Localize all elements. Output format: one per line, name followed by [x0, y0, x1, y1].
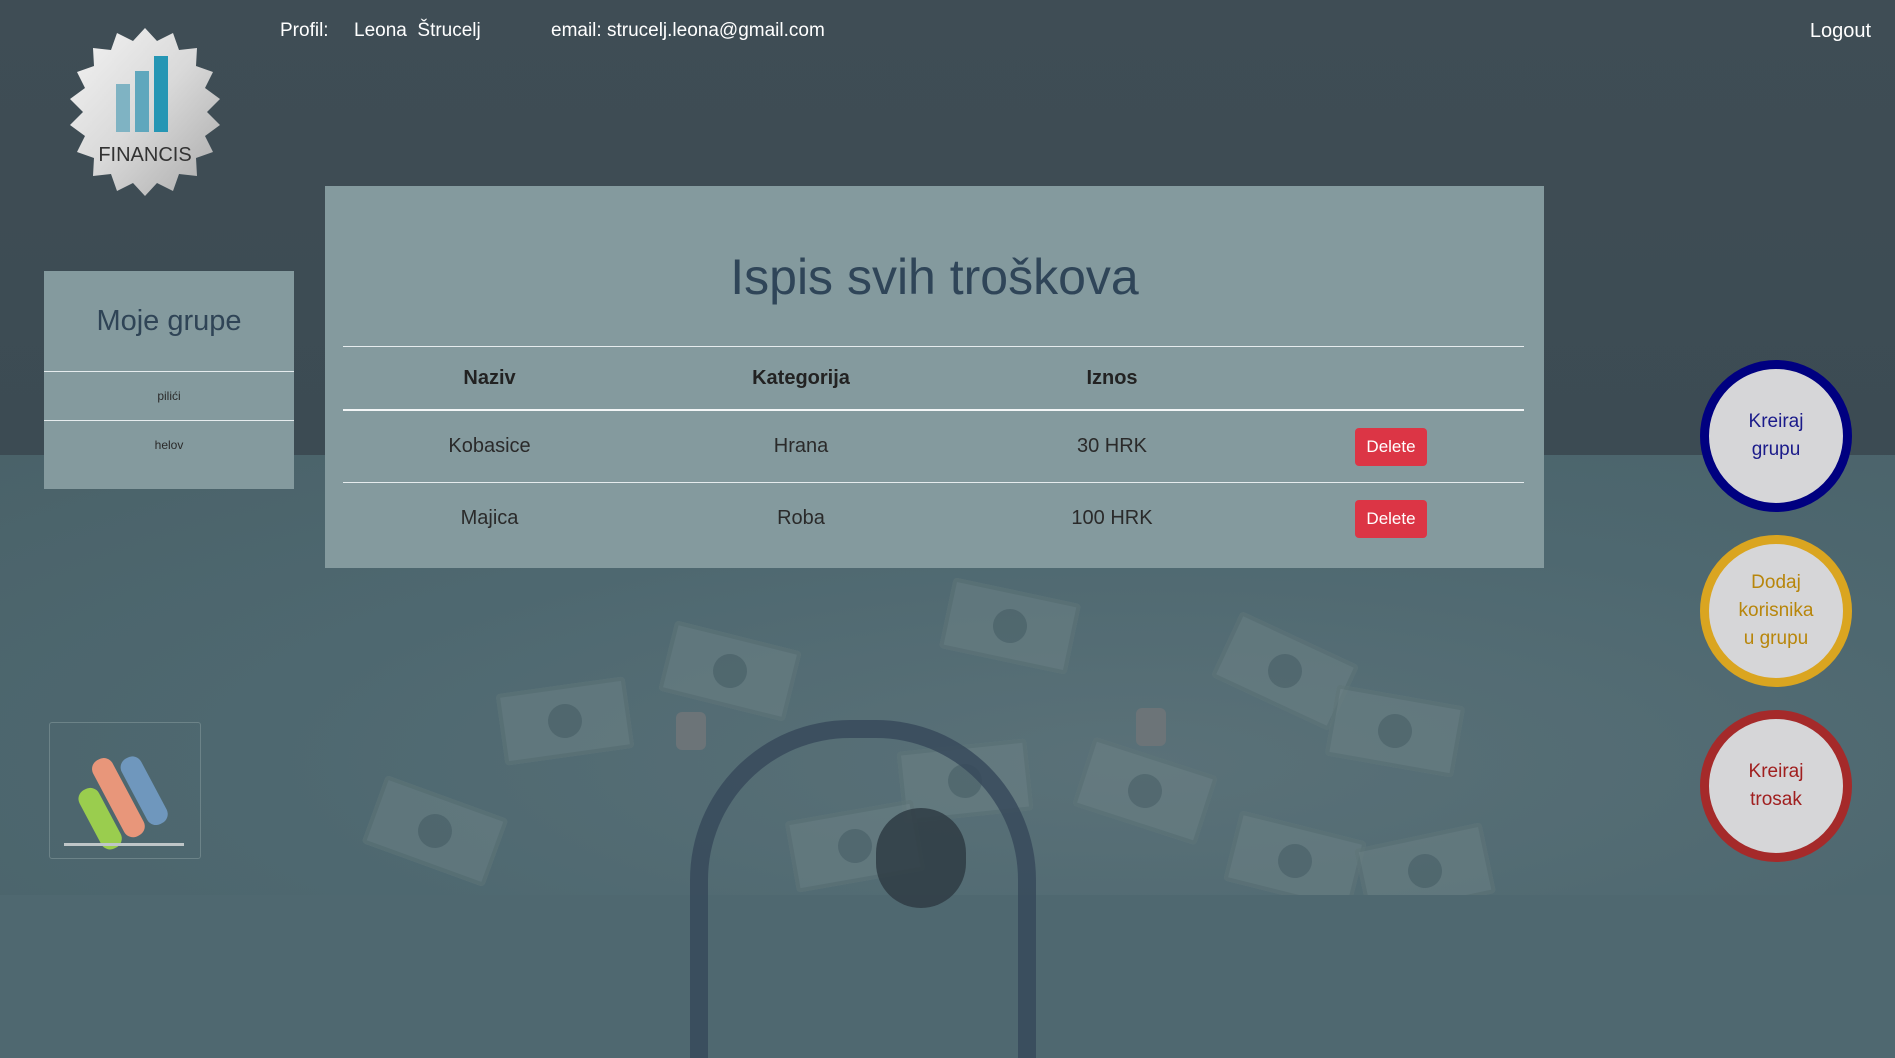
dollar-bill-icon	[1072, 736, 1218, 846]
expenses-table: Naziv Kategorija Iznos Kobasice Hrana 30…	[343, 346, 1524, 554]
column-header-iznos: Iznos	[966, 346, 1258, 411]
column-header-actions	[1258, 346, 1524, 411]
table-row: Majica Roba 100 HRK Delete	[343, 483, 1524, 555]
user-name: Leona Štrucelj	[354, 20, 481, 41]
financis-logo[interactable]: FINANCIS	[60, 28, 230, 198]
add-user-to-group-button[interactable]: Dodaj korisnika u grupu	[1700, 535, 1852, 687]
hand-icon	[1136, 708, 1166, 746]
svg-text:FINANCIS: FINANCIS	[98, 144, 191, 166]
add-user-line1: Dodaj	[1751, 572, 1801, 593]
profile-label: Profil:	[280, 20, 329, 41]
bar-chart-icon	[64, 756, 184, 850]
create-group-line1: Kreiraj	[1748, 411, 1804, 432]
person-head-illustration	[876, 808, 966, 908]
groups-sidebar: Moje grupe pilići helov	[44, 271, 294, 489]
sidebar-item-pilici[interactable]: pilići	[44, 372, 294, 421]
cell-action: Delete	[1258, 483, 1524, 555]
column-header-kategorija: Kategorija	[636, 346, 966, 411]
hand-icon	[676, 712, 706, 750]
add-user-line3: u grupu	[1743, 628, 1809, 649]
cell-naziv: Majica	[460, 507, 519, 529]
sidebar-item-helov[interactable]: helov	[44, 421, 294, 469]
cell-action: Delete	[1258, 410, 1524, 483]
create-expense-line1: Kreiraj	[1748, 761, 1804, 782]
create-group-button[interactable]: Kreiraj grupu	[1700, 360, 1852, 512]
expenses-panel: Ispis svih troškova Naziv Kategorija Izn…	[325, 186, 1544, 568]
create-expense-line2: trosak	[1750, 789, 1802, 810]
column-header-naziv: Naziv	[343, 346, 636, 411]
dollar-bill-icon	[495, 676, 635, 766]
sidebar-title: Moje grupe	[44, 271, 294, 372]
dollar-bill-icon	[361, 774, 509, 888]
cell-kategorija: Roba	[777, 507, 825, 529]
app-logo	[49, 722, 201, 859]
cell-kategorija: Hrana	[636, 410, 966, 483]
cell-iznos: 100 HRK	[1071, 507, 1153, 529]
logout-link[interactable]: Logout	[1810, 20, 1871, 43]
dollar-bill-icon	[938, 577, 1082, 675]
dollar-bill-icon	[658, 620, 802, 722]
delete-button[interactable]: Delete	[1355, 499, 1427, 538]
create-expense-button[interactable]: Kreiraj trosak	[1700, 710, 1852, 862]
create-group-line2: grupu	[1751, 439, 1801, 460]
page-title: Ispis svih troškova	[730, 249, 1139, 305]
cell-iznos: 30 HRK	[966, 410, 1258, 483]
add-user-line2: korisnika	[1738, 600, 1814, 621]
table-header-row: Naziv Kategorija Iznos	[343, 346, 1524, 411]
dollar-bill-icon	[1223, 810, 1367, 895]
raised-arms-illustration	[690, 720, 1036, 1058]
table-row: Kobasice Hrana 30 HRK Delete	[343, 410, 1524, 483]
user-email: email: strucelj.leona@gmail.com	[551, 20, 825, 41]
dollar-bill-icon	[1324, 684, 1466, 778]
dollar-bill-icon	[1353, 822, 1497, 895]
delete-button[interactable]: Delete	[1355, 427, 1427, 466]
bar-chart-seal-icon: FINANCIS	[70, 28, 220, 196]
cell-naziv: Kobasice	[343, 410, 636, 483]
